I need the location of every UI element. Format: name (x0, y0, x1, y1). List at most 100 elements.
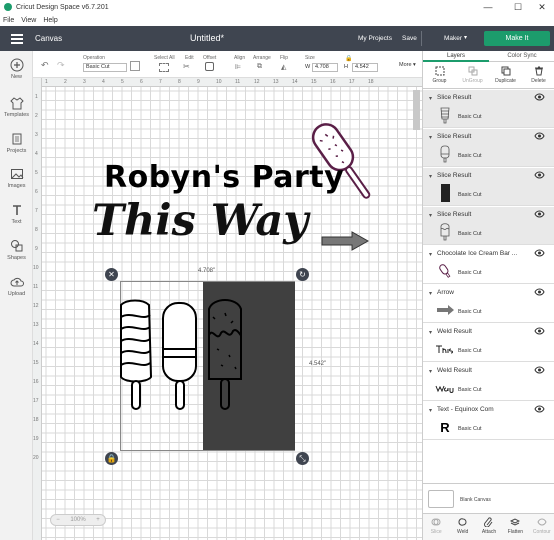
lock-icon[interactable]: 🔒 (345, 55, 352, 62)
chevron-down-icon[interactable]: ▾ (429, 407, 432, 414)
nav-text[interactable]: Text (0, 203, 33, 225)
nav-templates[interactable]: Templates (0, 96, 33, 118)
offset-icon[interactable] (205, 62, 214, 71)
canvas-color-swatch[interactable] (428, 490, 454, 508)
menu-bar: File View Help (0, 14, 554, 26)
blank-canvas-row[interactable]: Blank Canvas (423, 483, 554, 513)
layer-item[interactable]: ▾ Chocolate Ice Cream Bar ... Basic Cut (423, 246, 554, 284)
linetype-swatch[interactable] (130, 61, 140, 71)
tab-color-sync[interactable]: Color Sync (489, 51, 554, 62)
close-window-button[interactable]: ✕ (530, 0, 554, 14)
scissors-icon[interactable]: ✂ (183, 62, 190, 71)
this-way-text[interactable]: This Way (92, 196, 308, 246)
chevron-down-icon[interactable]: ▾ (429, 329, 432, 336)
group-button[interactable]: Group (423, 62, 456, 88)
ruler-tick: 10 (216, 79, 222, 85)
maximize-button[interactable]: ☐ (506, 0, 530, 14)
rotate-handle-icon[interactable]: ↻ (296, 268, 309, 281)
arrow-graphic[interactable] (321, 230, 369, 252)
eye-icon[interactable] (534, 132, 545, 140)
chevron-down-icon[interactable]: ▾ (429, 368, 432, 375)
nav-images-label: Images (7, 183, 26, 189)
menu-view[interactable]: View (21, 17, 36, 24)
chevron-down-icon[interactable]: ▾ (429, 290, 432, 297)
machine-selector[interactable]: Maker (444, 35, 462, 42)
canvas-scrollbar[interactable] (413, 90, 420, 130)
make-it-button[interactable]: Make It (484, 31, 550, 46)
menu-file[interactable]: File (3, 17, 14, 24)
duplicate-button[interactable]: Duplicate (489, 62, 522, 88)
select-all-icon[interactable] (159, 63, 169, 72)
hamburger-menu-icon[interactable] (11, 34, 23, 44)
eye-icon[interactable] (534, 249, 545, 257)
ungroup-button[interactable]: UnGroup (456, 62, 489, 88)
nav-templates-label: Templates (3, 112, 30, 118)
group-label: Group (432, 78, 447, 84)
height-input[interactable]: 4.542 (352, 63, 378, 72)
panel-tabs: Layers Color Sync (423, 51, 554, 62)
eye-icon[interactable] (534, 405, 545, 413)
menu-help[interactable]: Help (43, 17, 57, 24)
ruler-tick: 18 (368, 79, 374, 85)
nav-upload[interactable]: Upload (0, 275, 33, 297)
arrange-icon[interactable]: ⧉ (257, 63, 262, 71)
operation-select[interactable]: Basic Cut (83, 63, 127, 72)
chevron-down-icon[interactable]: ▾ (464, 34, 467, 41)
height-value: 4.542 (355, 64, 369, 70)
minimize-button[interactable]: — (476, 0, 500, 14)
eye-icon[interactable] (534, 171, 545, 179)
layer-item[interactable]: ▾ Weld Result Basic Cut (423, 363, 554, 401)
align-icon[interactable]: ⊫ (235, 63, 241, 71)
tab-layers[interactable]: Layers (423, 51, 489, 62)
offset-label: Offset (203, 55, 217, 61)
nav-projects[interactable]: Projects (0, 132, 33, 154)
zoom-level: 100% (70, 517, 86, 523)
layer-item[interactable]: ▾ Text - Equinox Com R Basic Cut (423, 402, 554, 440)
layer-item[interactable]: ▾ Slice Result Basic Cut (423, 207, 554, 245)
nav-new[interactable]: New (0, 58, 33, 80)
chevron-down-icon[interactable]: ▾ (429, 95, 432, 102)
chevron-down-icon[interactable]: ▾ (429, 251, 432, 258)
contour-button[interactable]: Contour (529, 514, 554, 540)
select-all-label: Select All (154, 55, 175, 61)
robyns-party-text[interactable]: Robyn's Party (104, 160, 344, 195)
layer-item[interactable]: ▾ Slice Result Basic Cut (423, 168, 554, 206)
zoom-in-button[interactable]: + (96, 517, 100, 523)
nav-images[interactable]: Images (0, 167, 33, 189)
attach-button[interactable]: Attach (476, 514, 502, 540)
layer-item[interactable]: ▾ Slice Result Basic Cut (423, 129, 554, 167)
chevron-down-icon[interactable]: ▾ (429, 134, 432, 141)
slice-button[interactable]: Slice (423, 514, 449, 540)
eye-icon[interactable] (534, 288, 545, 296)
resize-handle-icon[interactable]: ⤡ (296, 452, 309, 465)
delete-handle-icon[interactable]: ✕ (105, 268, 118, 281)
ruler-tick: 13 (273, 79, 279, 85)
my-projects-link[interactable]: My Projects (358, 35, 392, 42)
save-link[interactable]: Save (402, 35, 417, 42)
redo-icon[interactable]: ↷ (57, 60, 65, 71)
zoom-out-button[interactable]: − (56, 517, 60, 523)
flatten-button[interactable]: Flatten (502, 514, 528, 540)
weld-button[interactable]: Weld (449, 514, 475, 540)
nav-shapes[interactable]: Shapes (0, 239, 33, 261)
width-input[interactable]: 4.708 (312, 63, 338, 72)
lock-handle-icon[interactable]: 🔒 (105, 452, 118, 465)
eye-icon[interactable] (534, 327, 545, 335)
popsicles-graphic[interactable] (117, 297, 247, 412)
delete-button[interactable]: Delete (522, 62, 554, 88)
dark-rect-thumb-icon (440, 184, 450, 202)
undo-icon[interactable]: ↶ (41, 60, 49, 71)
layer-item[interactable]: ▾ Weld Result Basic Cut (423, 324, 554, 362)
chevron-down-icon[interactable]: ▾ (429, 173, 432, 180)
ruler-tick: 8 (35, 227, 38, 233)
eye-icon[interactable] (534, 210, 545, 218)
eye-icon[interactable] (534, 93, 545, 101)
layer-item[interactable]: ▾ Arrow Basic Cut (423, 285, 554, 323)
eye-icon[interactable] (534, 366, 545, 374)
nav-text-label: Text (11, 219, 22, 225)
chevron-down-icon[interactable]: ▾ (429, 212, 432, 219)
flip-icon[interactable]: ◭ (281, 63, 286, 71)
zoom-control: − 100% + (50, 514, 106, 526)
layer-item[interactable]: ▾ Slice Result Basic Cut (423, 90, 554, 128)
more-menu[interactable]: More ▾ (399, 62, 416, 68)
